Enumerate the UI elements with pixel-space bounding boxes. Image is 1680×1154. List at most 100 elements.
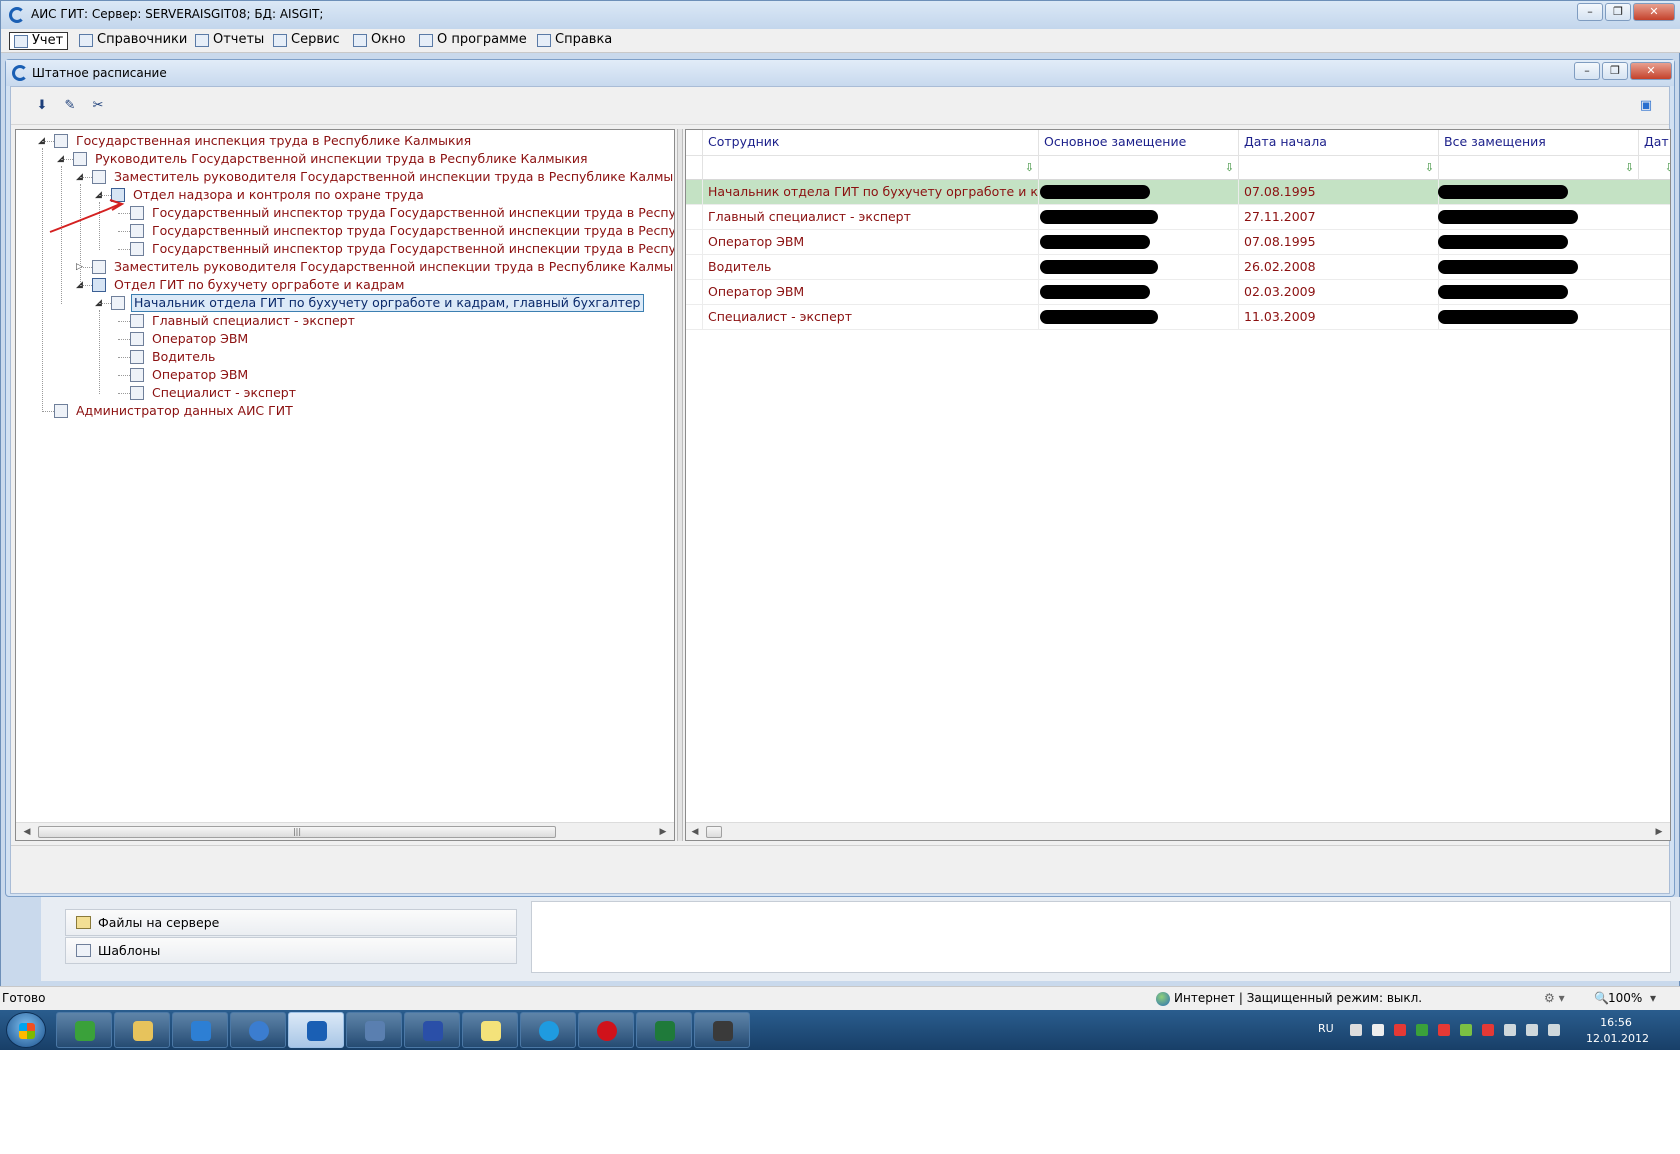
column-filter[interactable]: ⇩ [1438, 156, 1638, 180]
close-icon[interactable]: ✕ [1633, 3, 1675, 21]
column-filter[interactable]: ⇩ [702, 156, 1038, 180]
tray-yandex-icon[interactable] [1372, 1024, 1384, 1036]
scroll-right-icon[interactable]: ▶ [656, 825, 670, 839]
menu-item-0[interactable]: Учет [9, 32, 69, 50]
protected-mode-icon[interactable]: ⚙ ▾ [1544, 991, 1565, 1005]
taskbar-button[interactable] [520, 1012, 576, 1048]
tree-connector [118, 357, 130, 358]
tray-antivirus-icon[interactable] [1482, 1024, 1494, 1036]
column-header[interactable]: Основное замещение [1038, 130, 1238, 156]
minimize-icon[interactable]: – [1577, 3, 1603, 21]
table-row[interactable]: Оператор ЭВМ 07.08.1995 [686, 230, 1670, 255]
tree-connector [61, 159, 73, 160]
tree-scroll-thumb[interactable]: ||| [38, 826, 556, 838]
taskbar-button[interactable] [288, 1012, 344, 1048]
document-icon [54, 404, 68, 418]
document-icon [130, 224, 144, 238]
tree-connector [80, 177, 92, 178]
menu-item-label: Отчеты [213, 32, 265, 47]
column-header[interactable]: Дата начала [1238, 130, 1438, 156]
scroll-left-icon[interactable]: ◀ [20, 825, 34, 839]
tray-network-icon[interactable] [1350, 1024, 1362, 1036]
table-row[interactable]: Водитель 26.02.2008 [686, 255, 1670, 280]
zoom-level[interactable]: 100% [1608, 991, 1642, 1005]
menu-item-3[interactable]: Сервис [269, 32, 344, 50]
clock-date[interactable]: 12.01.2012 [1586, 1032, 1649, 1045]
taskbar-button[interactable] [462, 1012, 518, 1048]
taskbar-button[interactable] [578, 1012, 634, 1048]
taskbar-button[interactable] [404, 1012, 460, 1048]
column-header[interactable]: Дат [1638, 130, 1670, 156]
grid-scroll-left-icon[interactable]: ◀ [688, 825, 702, 839]
menu-item-5[interactable]: О программе [415, 32, 531, 50]
person-icon [92, 170, 106, 184]
table-cell-start: 26.02.2008 [1238, 255, 1438, 279]
tray-monitor-icon[interactable] [1526, 1024, 1538, 1036]
maximize-icon[interactable]: ❐ [1605, 3, 1631, 21]
tray-device-icon[interactable] [1504, 1024, 1516, 1036]
save-icon[interactable]: ⬇ [33, 97, 51, 115]
language-indicator[interactable]: RU [1318, 1022, 1334, 1035]
menu-item-1[interactable]: Справочники [75, 32, 191, 50]
column-filter[interactable]: ⇩ [1638, 156, 1670, 180]
tray-chrome-icon[interactable] [1416, 1024, 1428, 1036]
filter-arrow-icon[interactable]: ⇩ [1425, 161, 1434, 174]
taskbar-button[interactable] [56, 1012, 112, 1048]
tray-check-icon[interactable] [1460, 1024, 1472, 1036]
side-item-server-files[interactable]: Файлы на сервере [65, 909, 517, 936]
menu-item-6[interactable]: Справка [533, 32, 616, 50]
taskbar-button[interactable] [172, 1012, 228, 1048]
grid-scroll-right-icon[interactable]: ▶ [1652, 825, 1666, 839]
app-title-bar[interactable]: АИС ГИТ: Сервер: SERVERAISGIT08; БД: AIS… [1, 1, 1680, 29]
child-minimize-icon[interactable]: – [1574, 62, 1600, 80]
table-row[interactable]: Главный специалист - эксперт 27.11.2007 [686, 205, 1670, 230]
workspace-background: Файлы на сервере Шаблоны [41, 897, 1680, 981]
taskbar-button[interactable] [694, 1012, 750, 1048]
table-row[interactable]: Специалист - эксперт 11.03.2009 [686, 305, 1670, 330]
tree-horizontal-scrollbar[interactable]: ◀ ||| ▶ [16, 822, 674, 840]
scissors-icon[interactable]: ✂ [89, 97, 107, 115]
grid-horizontal-scrollbar[interactable]: ◀ ▶ [686, 822, 1670, 840]
app-title: АИС ГИТ: Сервер: SERVERAISGIT08; БД: AIS… [31, 7, 324, 21]
menu-item-2[interactable]: Отчеты [191, 32, 268, 50]
tray-flag-icon[interactable] [1438, 1024, 1450, 1036]
filter-arrow-icon[interactable]: ⇩ [1625, 161, 1634, 174]
filter-arrow-icon[interactable]: ⇩ [1225, 161, 1234, 174]
column-filter[interactable]: ⇩ [1238, 156, 1438, 180]
column-header[interactable]: Все замещения [1438, 130, 1638, 156]
panel-splitter[interactable] [677, 129, 683, 841]
start-button[interactable] [6, 1012, 46, 1048]
filter-arrow-icon[interactable]: ⇩ [1025, 161, 1034, 174]
table-row[interactable]: Начальник отдела ГИТ по бухучету орграбо… [686, 180, 1670, 205]
tree-node-label: Оператор ЭВМ [152, 331, 249, 346]
person-icon [73, 152, 87, 166]
menu-item-4[interactable]: Окно [349, 32, 410, 50]
clock-time[interactable]: 16:56 [1586, 1016, 1646, 1029]
excel-icon [655, 1021, 675, 1041]
table-cell-employee: Оператор ЭВМ [702, 280, 1038, 304]
taskbar-button[interactable] [230, 1012, 286, 1048]
taskbar-button[interactable] [346, 1012, 402, 1048]
taskbar-button[interactable] [636, 1012, 692, 1048]
clover-app-icon [75, 1021, 95, 1041]
child-maximize-icon[interactable]: ❐ [1602, 62, 1628, 80]
employee-grid[interactable]: Сотрудник Основное замещение Дата начала Вс… [685, 129, 1671, 841]
edit-icon[interactable]: ✎ [61, 97, 79, 115]
zoom-dropdown-icon[interactable]: ▾ [1650, 991, 1656, 1005]
redaction-mark [1040, 260, 1158, 274]
staff-schedule-title-bar[interactable]: Штатное расписание – ❐ ✕ [6, 60, 1674, 86]
panel-toggle-icon[interactable]: ▣ [1637, 97, 1655, 115]
column-header[interactable]: Сотрудник [702, 130, 1038, 156]
tray-volume-icon[interactable] [1548, 1024, 1560, 1036]
table-cell-employee: Главный специалист - эксперт [702, 205, 1038, 229]
tray-opera-icon[interactable] [1394, 1024, 1406, 1036]
child-close-icon[interactable]: ✕ [1630, 62, 1672, 80]
column-filter[interactable]: ⇩ [1038, 156, 1238, 180]
grid-scroll-thumb[interactable] [706, 826, 722, 838]
taskbar-button[interactable] [114, 1012, 170, 1048]
filter-arrow-icon[interactable]: ⇩ [1665, 161, 1670, 174]
redaction-mark [1438, 260, 1578, 274]
table-row[interactable]: Оператор ЭВМ 02.03.2009 [686, 280, 1670, 305]
window-status-area [11, 845, 1669, 893]
side-item-templates[interactable]: Шаблоны [65, 937, 517, 964]
